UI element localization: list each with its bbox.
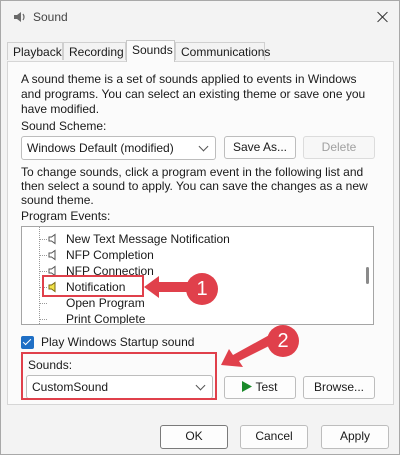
delete-button[interactable]: Delete — [303, 136, 375, 159]
annotation-arrow-1-icon — [144, 276, 188, 298]
apply-button[interactable]: Apply — [321, 425, 389, 449]
tab-sounds[interactable]: Sounds — [126, 40, 175, 62]
list-item-label: Print Complete — [66, 312, 146, 325]
title-bar: Sound — [1, 1, 399, 33]
chevron-down-icon — [198, 141, 209, 152]
sound-scheme-select[interactable]: Windows Default (modified) — [21, 136, 216, 160]
ok-button[interactable]: OK — [160, 425, 228, 449]
instructions-line-2: then select a sound to apply. You can sa… — [21, 179, 368, 193]
tab-playback[interactable]: Playback — [7, 42, 63, 60]
speaker-app-icon — [14, 12, 25, 22]
program-events-label: Program Events: — [21, 209, 111, 223]
startup-sound-label: Play Windows Startup sound — [41, 335, 195, 349]
tree-branch — [39, 271, 47, 272]
highlight-box-sounds — [21, 352, 217, 400]
tree-branch — [39, 239, 47, 240]
tab-recording[interactable]: Recording — [63, 42, 126, 60]
browse-button[interactable]: Browse... — [303, 376, 375, 399]
list-item-label: Open Program — [66, 296, 145, 310]
scrollbar-thumb[interactable] — [366, 267, 369, 284]
tab-communications[interactable]: Communications — [175, 42, 270, 60]
test-button[interactable]: Test — [224, 376, 296, 399]
speaker-icon — [48, 249, 56, 261]
sound-dialog: Sound Playback Recording Sounds Communic… — [0, 0, 400, 455]
description-line-1: A sound theme is a set of sounds applied… — [21, 72, 357, 86]
annotation-badge-2: 2 — [267, 325, 299, 357]
play-icon — [242, 381, 253, 392]
save-as-button[interactable]: Save As... — [224, 136, 296, 159]
cancel-button[interactable]: Cancel — [240, 425, 308, 449]
sound-scheme-label: Sound Scheme: — [21, 119, 107, 133]
instructions-line-1: To change sounds, click a program event … — [21, 165, 364, 179]
annotation-badge-1: 1 — [186, 273, 218, 305]
window-title: Sound — [33, 10, 68, 24]
list-item[interactable]: Print Complete — [22, 311, 352, 325]
list-scrollbar[interactable] — [362, 227, 373, 324]
list-item[interactable]: New Text Message Notification — [22, 231, 352, 247]
sound-scheme-value: Windows Default (modified) — [27, 141, 174, 155]
close-icon[interactable] — [373, 7, 393, 27]
tree-branch — [39, 319, 47, 320]
test-label: Test — [255, 380, 278, 394]
list-item-label: New Text Message Notification — [66, 232, 230, 246]
list-item-label: NFP Completion — [66, 248, 154, 262]
speaker-icon — [48, 233, 56, 245]
tree-branch — [39, 255, 47, 256]
highlight-box-notification — [42, 275, 144, 297]
instructions-line-3: sound theme. — [21, 193, 94, 207]
description-line-3: have modified. — [21, 102, 100, 116]
startup-sound-checkbox[interactable] — [21, 336, 34, 349]
description-line-2: and programs. You can select an existing… — [21, 87, 366, 101]
list-item[interactable]: NFP Completion — [22, 247, 352, 263]
tree-branch — [39, 303, 47, 304]
